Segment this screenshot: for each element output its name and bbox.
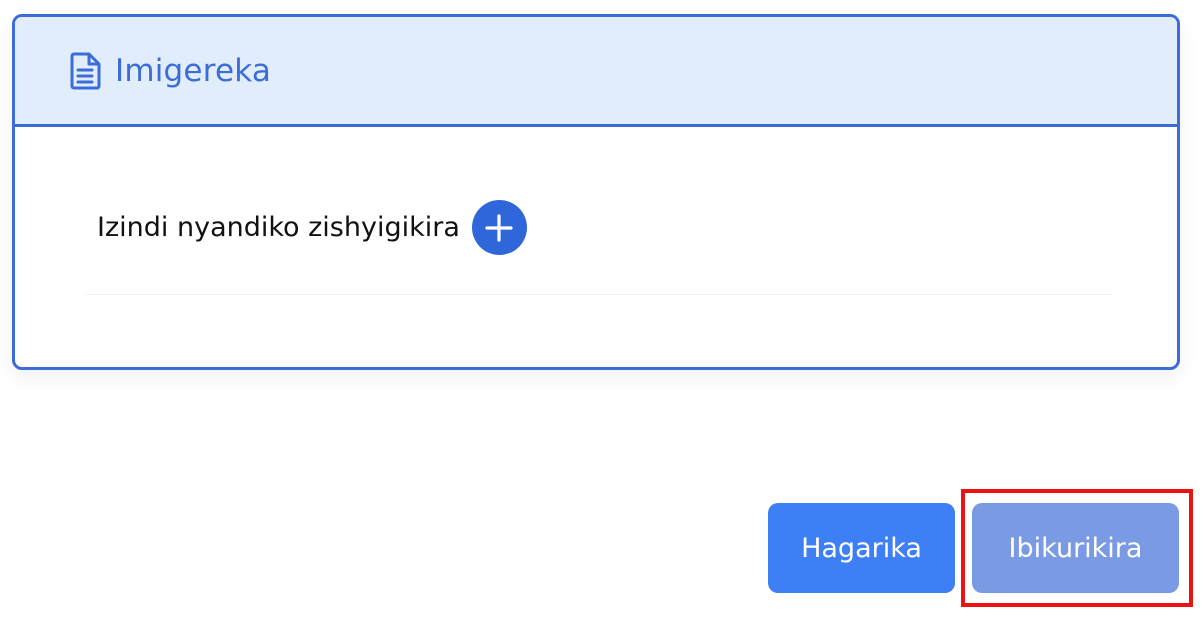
document-icon: [67, 51, 103, 91]
add-document-button[interactable]: [471, 200, 527, 255]
cancel-button[interactable]: Hagarika: [768, 503, 955, 593]
attachments-card: Imigereka Izindi nyandiko zishyigikira: [12, 14, 1180, 370]
attachments-title: Imigereka: [115, 52, 272, 89]
attachments-header: Imigereka: [15, 17, 1177, 127]
row-divider: [85, 294, 1111, 295]
next-button[interactable]: Ibikurikira: [972, 503, 1179, 593]
plus-icon: [485, 213, 514, 242]
supporting-documents-label: Izindi nyandiko zishyigikira: [97, 212, 460, 243]
attachments-body: Izindi nyandiko zishyigikira: [15, 127, 1177, 363]
supporting-documents-row: Izindi nyandiko zishyigikira: [97, 200, 527, 255]
